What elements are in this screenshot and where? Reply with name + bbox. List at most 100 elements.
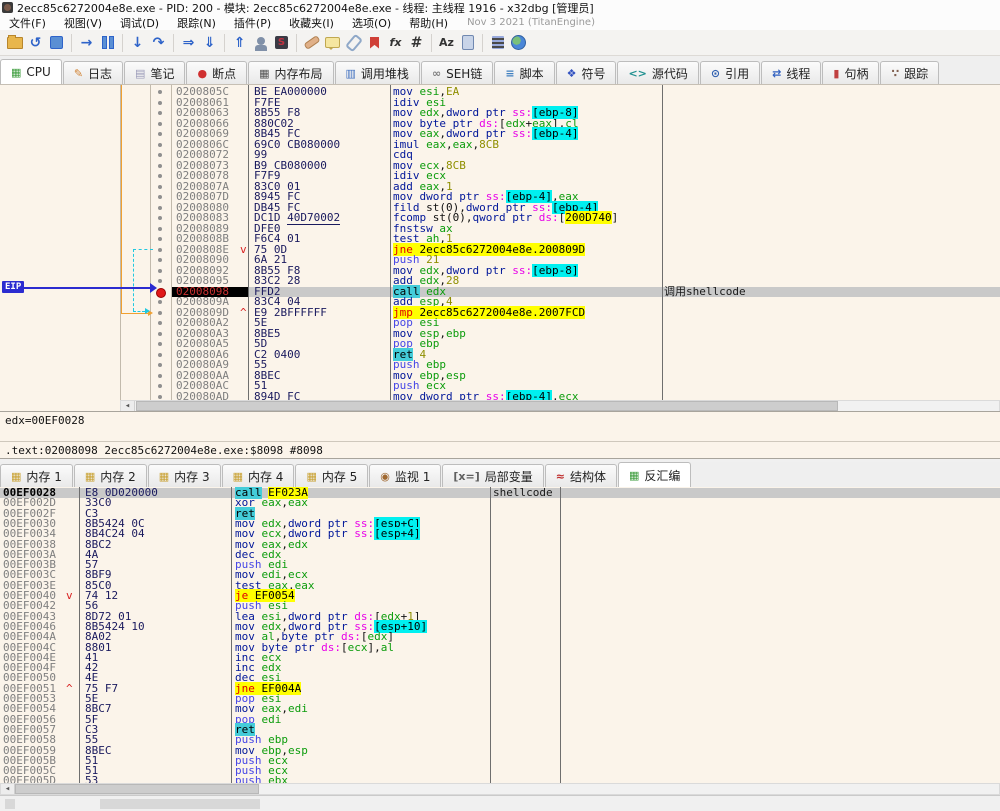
gutter-dot[interactable] — [158, 216, 162, 220]
gutter-dot[interactable] — [158, 226, 162, 231]
execute-till-return-icon[interactable]: ⇒ — [179, 33, 198, 52]
bottom-tab-3[interactable]: ▦ 内存 4 — [221, 464, 295, 487]
disasm-row[interactable]: 00EF004E 41 inc ecx — [0, 652, 1000, 663]
scroll-left-button[interactable]: ◂ — [121, 401, 135, 411]
gutter-dot[interactable] — [158, 279, 162, 283]
menu-item-5[interactable]: 收藏夹(I) — [280, 15, 343, 30]
gutter-dot[interactable] — [158, 268, 162, 273]
gutter-dot[interactable] — [158, 352, 162, 357]
disasm-row[interactable]: 00EF0058 55 push ebp — [0, 734, 1000, 745]
disasm-row[interactable]: 020080A2 5E pop esi — [172, 317, 1000, 329]
disasm-row[interactable]: 00EF003E 85C0 test eax,eax — [0, 580, 1000, 591]
disasm-row[interactable]: 02008073 B9 CB080000 mov ecx,8CB — [172, 160, 1000, 172]
menu-item-4[interactable]: 插件(P) — [225, 15, 280, 30]
gutter-dot[interactable] — [158, 310, 162, 315]
comment-icon[interactable] — [323, 33, 342, 52]
disasm-row[interactable]: 00EF003A 4A dec edx — [0, 549, 1000, 560]
disasm-row[interactable]: 00EF0051 ^ 75 F7 jne EF004A — [0, 681, 1000, 695]
gutter-dot[interactable] — [158, 184, 162, 189]
gutter-dot[interactable] — [158, 258, 162, 262]
tab-11[interactable]: ⇄ 线程 — [761, 61, 822, 84]
disasm-row[interactable]: 00EF0030 8B5424 0C mov edx,dword ptr ss:[e… — [0, 516, 1000, 530]
restart-icon[interactable]: ↺ — [26, 33, 45, 52]
disasm-row[interactable]: 00EF004A 8A02 mov al,byte ptr ds:[edx] — [0, 631, 1000, 642]
disasm-row[interactable]: 0200805C BE EA000000 mov esi,EA — [172, 86, 1000, 98]
pause-icon[interactable] — [98, 33, 117, 52]
disasm-row[interactable]: 0200808E v 75 0D jne 2ecc85c6272004e8e.2008… — [172, 242, 1000, 256]
horizontal-scrollbar[interactable]: ◂ — [0, 783, 1000, 795]
disasm-row[interactable]: 02008095 83C2 28 add edx,28 — [172, 275, 1000, 287]
bottom-tab-0[interactable]: ▦ 内存 1 — [0, 464, 73, 487]
gutter-dot[interactable] — [158, 373, 162, 378]
bookmark-icon[interactable] — [365, 33, 384, 52]
disasm-row[interactable]: 00EF0050 4E dec esi — [0, 672, 1000, 683]
disasm-row[interactable]: 02008063 8B55 F8 mov edx,dword ptr ss:[ebp… — [172, 106, 1000, 119]
horizontal-scrollbar[interactable]: ◂ — [120, 400, 1000, 411]
gutter-dot[interactable] — [158, 237, 162, 241]
tab-12[interactable]: ▮ 句柄 — [822, 61, 880, 84]
disasm-row[interactable]: 02008083 DC1D 40D70002 fcomp st(0),qword p… — [172, 211, 1000, 225]
tab-7[interactable]: ≡ 脚本 — [494, 61, 555, 84]
tab-8[interactable]: ❖ 符号 — [555, 61, 617, 84]
open-file-icon[interactable] — [5, 33, 24, 52]
gutter-dot[interactable] — [158, 111, 162, 115]
disasm-row[interactable]: 00EF0056 5F pop edi — [0, 713, 1000, 725]
menu-item-6[interactable]: 选项(O) — [343, 15, 400, 30]
disasm-row[interactable]: 020080A6 C2 0400 ret 4 — [172, 347, 1000, 361]
disasm-row[interactable]: 0200808B F6C4 01 test ah,1 — [172, 233, 1000, 245]
tab-5[interactable]: ▥ 调用堆栈 — [334, 61, 420, 84]
gutter-dot[interactable] — [158, 174, 162, 178]
globe-icon[interactable] — [509, 33, 528, 52]
bottom-tab-2[interactable]: ▦ 内存 3 — [147, 464, 221, 487]
scroll-left-button[interactable]: ◂ — [1, 784, 15, 794]
step-over-icon[interactable]: ↷ — [149, 33, 168, 52]
patch-icon[interactable] — [302, 33, 321, 52]
gutter-dot[interactable] — [158, 205, 162, 210]
breakpoint-dot[interactable] — [156, 287, 166, 298]
gutter-dot[interactable] — [158, 100, 162, 105]
disasm-row[interactable]: 00EF003B 57 push edi — [0, 559, 1000, 570]
gutter-dot[interactable] — [158, 331, 162, 336]
gutter-dot[interactable] — [158, 142, 162, 147]
text-icon[interactable]: Az — [437, 33, 456, 52]
gutter-dot[interactable] — [158, 300, 162, 304]
menu-item-2[interactable]: 调试(D) — [111, 15, 168, 30]
disasm-row[interactable]: 00EF004F 42 inc edx — [0, 662, 1000, 673]
disasm-row[interactable]: 020080A3 8BE5 mov esp,ebp — [172, 328, 1000, 340]
gutter-dot[interactable] — [158, 363, 162, 367]
bottom-tab-7[interactable]: ≈ 结构体 — [544, 464, 617, 487]
disasm-row[interactable]: 00EF0046 8B5424 10 mov edx,dword ptr ss:[e… — [0, 619, 1000, 633]
gutter-dot[interactable] — [158, 153, 162, 157]
disasm-row[interactable]: 00EF005B 51 push ecx — [0, 755, 1000, 766]
gutter-dot[interactable] — [158, 195, 162, 199]
gutter-dot[interactable] — [158, 132, 162, 136]
disassembly-panel[interactable]: 0200805C BE EA000000 mov esi,EA 02008061 F7F… — [0, 84, 1000, 411]
gutter-dot[interactable] — [158, 90, 162, 94]
menu-item-7[interactable]: 帮助(H) — [400, 15, 457, 30]
disasm-row[interactable]: 00EF0040 v 74 12 je EF0054 — [0, 589, 1000, 602]
gutter-dot[interactable] — [158, 394, 162, 399]
step-into-icon[interactable]: ↓ — [128, 33, 147, 52]
tab-3[interactable]: ● 断点 — [186, 61, 248, 84]
disasm-row[interactable]: 00EF0054 8BC7 mov eax,edi — [0, 703, 1000, 714]
tab-1[interactable]: ✎ 日志 — [62, 61, 124, 84]
bottom-tab-6[interactable]: [x=] 局部变量 — [442, 464, 544, 487]
tab-6[interactable]: ∞ SEH链 — [420, 61, 494, 84]
hash-icon[interactable]: # — [407, 33, 426, 52]
disasm-row[interactable]: 00EF0043 8D72 01 lea esi,dword ptr ds:[edx… — [0, 610, 1000, 622]
scrollbar-thumb[interactable] — [15, 784, 259, 794]
disasm-row[interactable]: 00EF002D 33C0 xor eax,eax — [0, 497, 1000, 508]
run-to-user-code-icon[interactable]: ⇑ — [230, 33, 249, 52]
menu-item-3[interactable]: 跟踪(N) — [168, 15, 225, 30]
gutter-dot[interactable] — [158, 163, 162, 168]
scrollbar-thumb[interactable] — [136, 401, 838, 411]
disasm-row[interactable]: 020080A9 55 push ebp — [172, 359, 1000, 371]
disasm-row[interactable]: 00EF0059 8BEC mov ebp,esp — [0, 744, 1000, 756]
tab-2[interactable]: ▤ 笔记 — [124, 61, 186, 84]
disasm-row[interactable]: 00EF0042 56 push esi — [0, 600, 1000, 611]
menu-item-1[interactable]: 视图(V) — [55, 15, 111, 30]
tab-0[interactable]: ▦ CPU — [0, 59, 62, 84]
step-out-icon[interactable]: ⇓ — [200, 33, 219, 52]
disasm-row[interactable]: 00EF0057 C3 ret — [0, 722, 1000, 736]
stop-icon[interactable] — [47, 33, 66, 52]
